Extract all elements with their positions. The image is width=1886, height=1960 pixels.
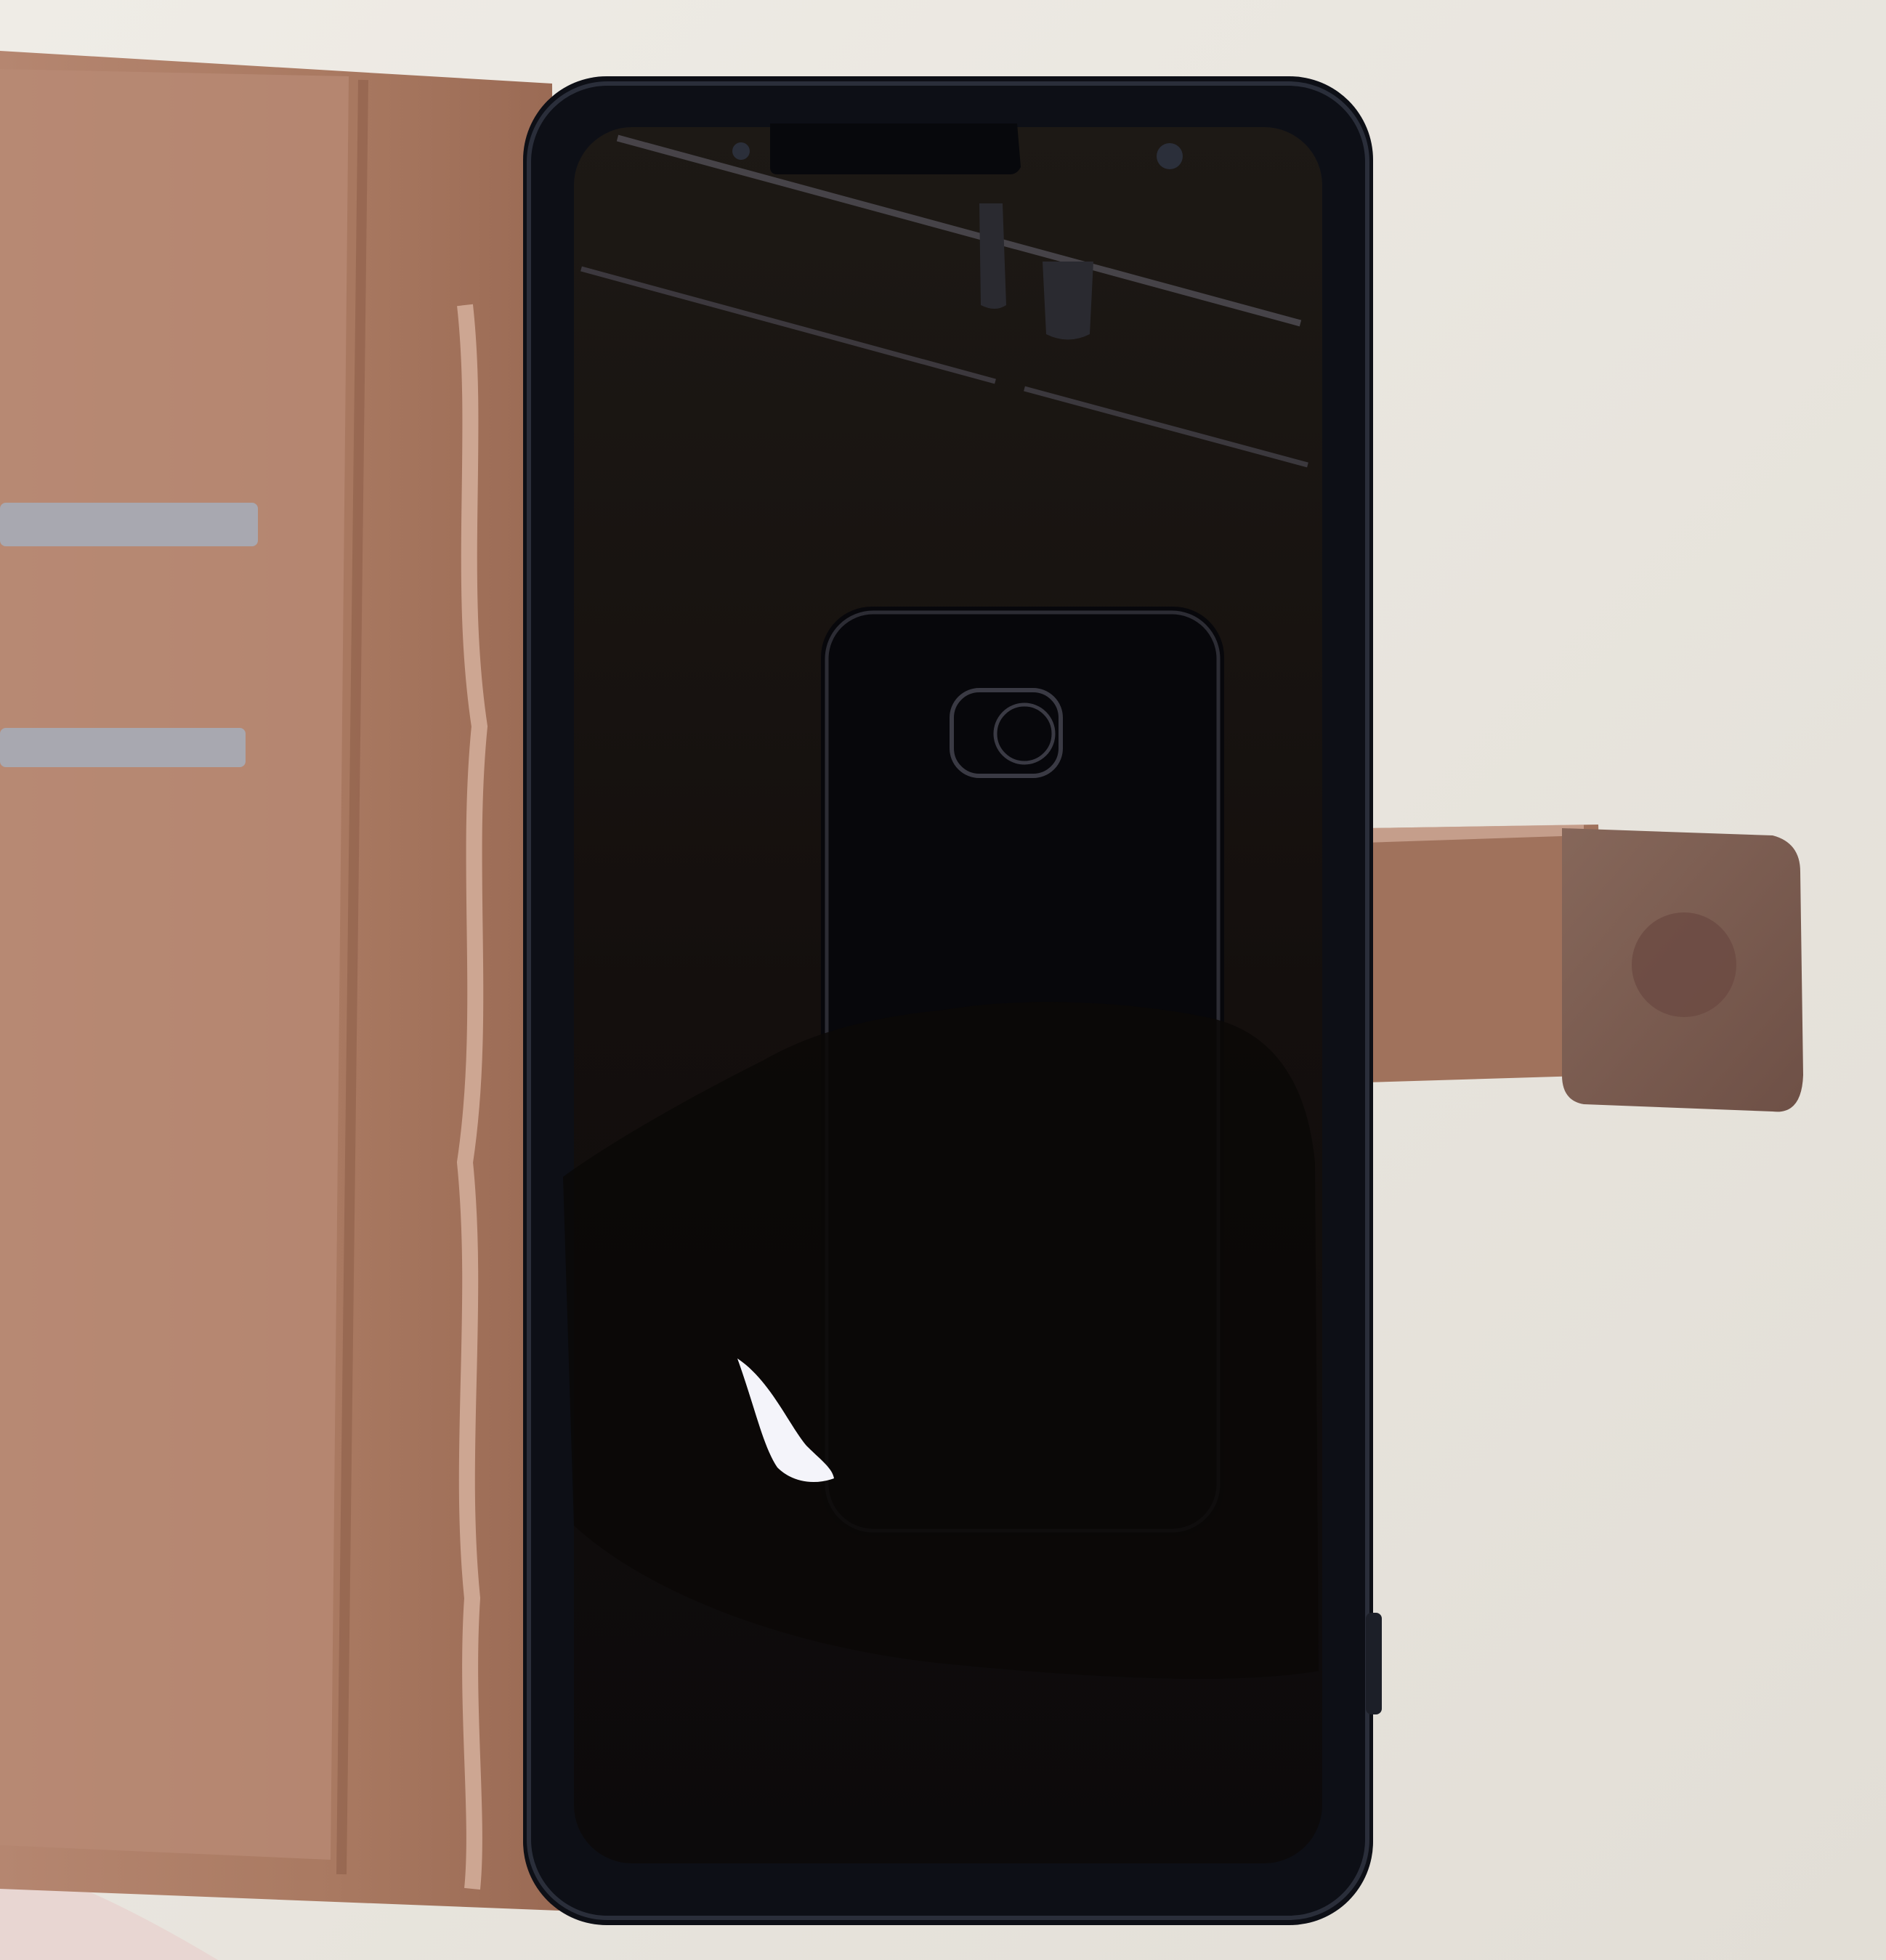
reflection-light-2: [1043, 262, 1093, 340]
card-panel: [0, 69, 349, 1860]
front-camera-icon: [1157, 143, 1183, 169]
clasp-button: [1632, 912, 1736, 1017]
photo-scene: [0, 0, 1886, 1960]
volume-button: [1366, 1613, 1382, 1714]
card-slot-upper: [0, 503, 258, 546]
screen-notch: [770, 123, 1021, 174]
card-slot-lower: [0, 728, 246, 767]
reflection-light-1: [979, 203, 1006, 309]
proximity-sensor-icon: [732, 142, 750, 160]
